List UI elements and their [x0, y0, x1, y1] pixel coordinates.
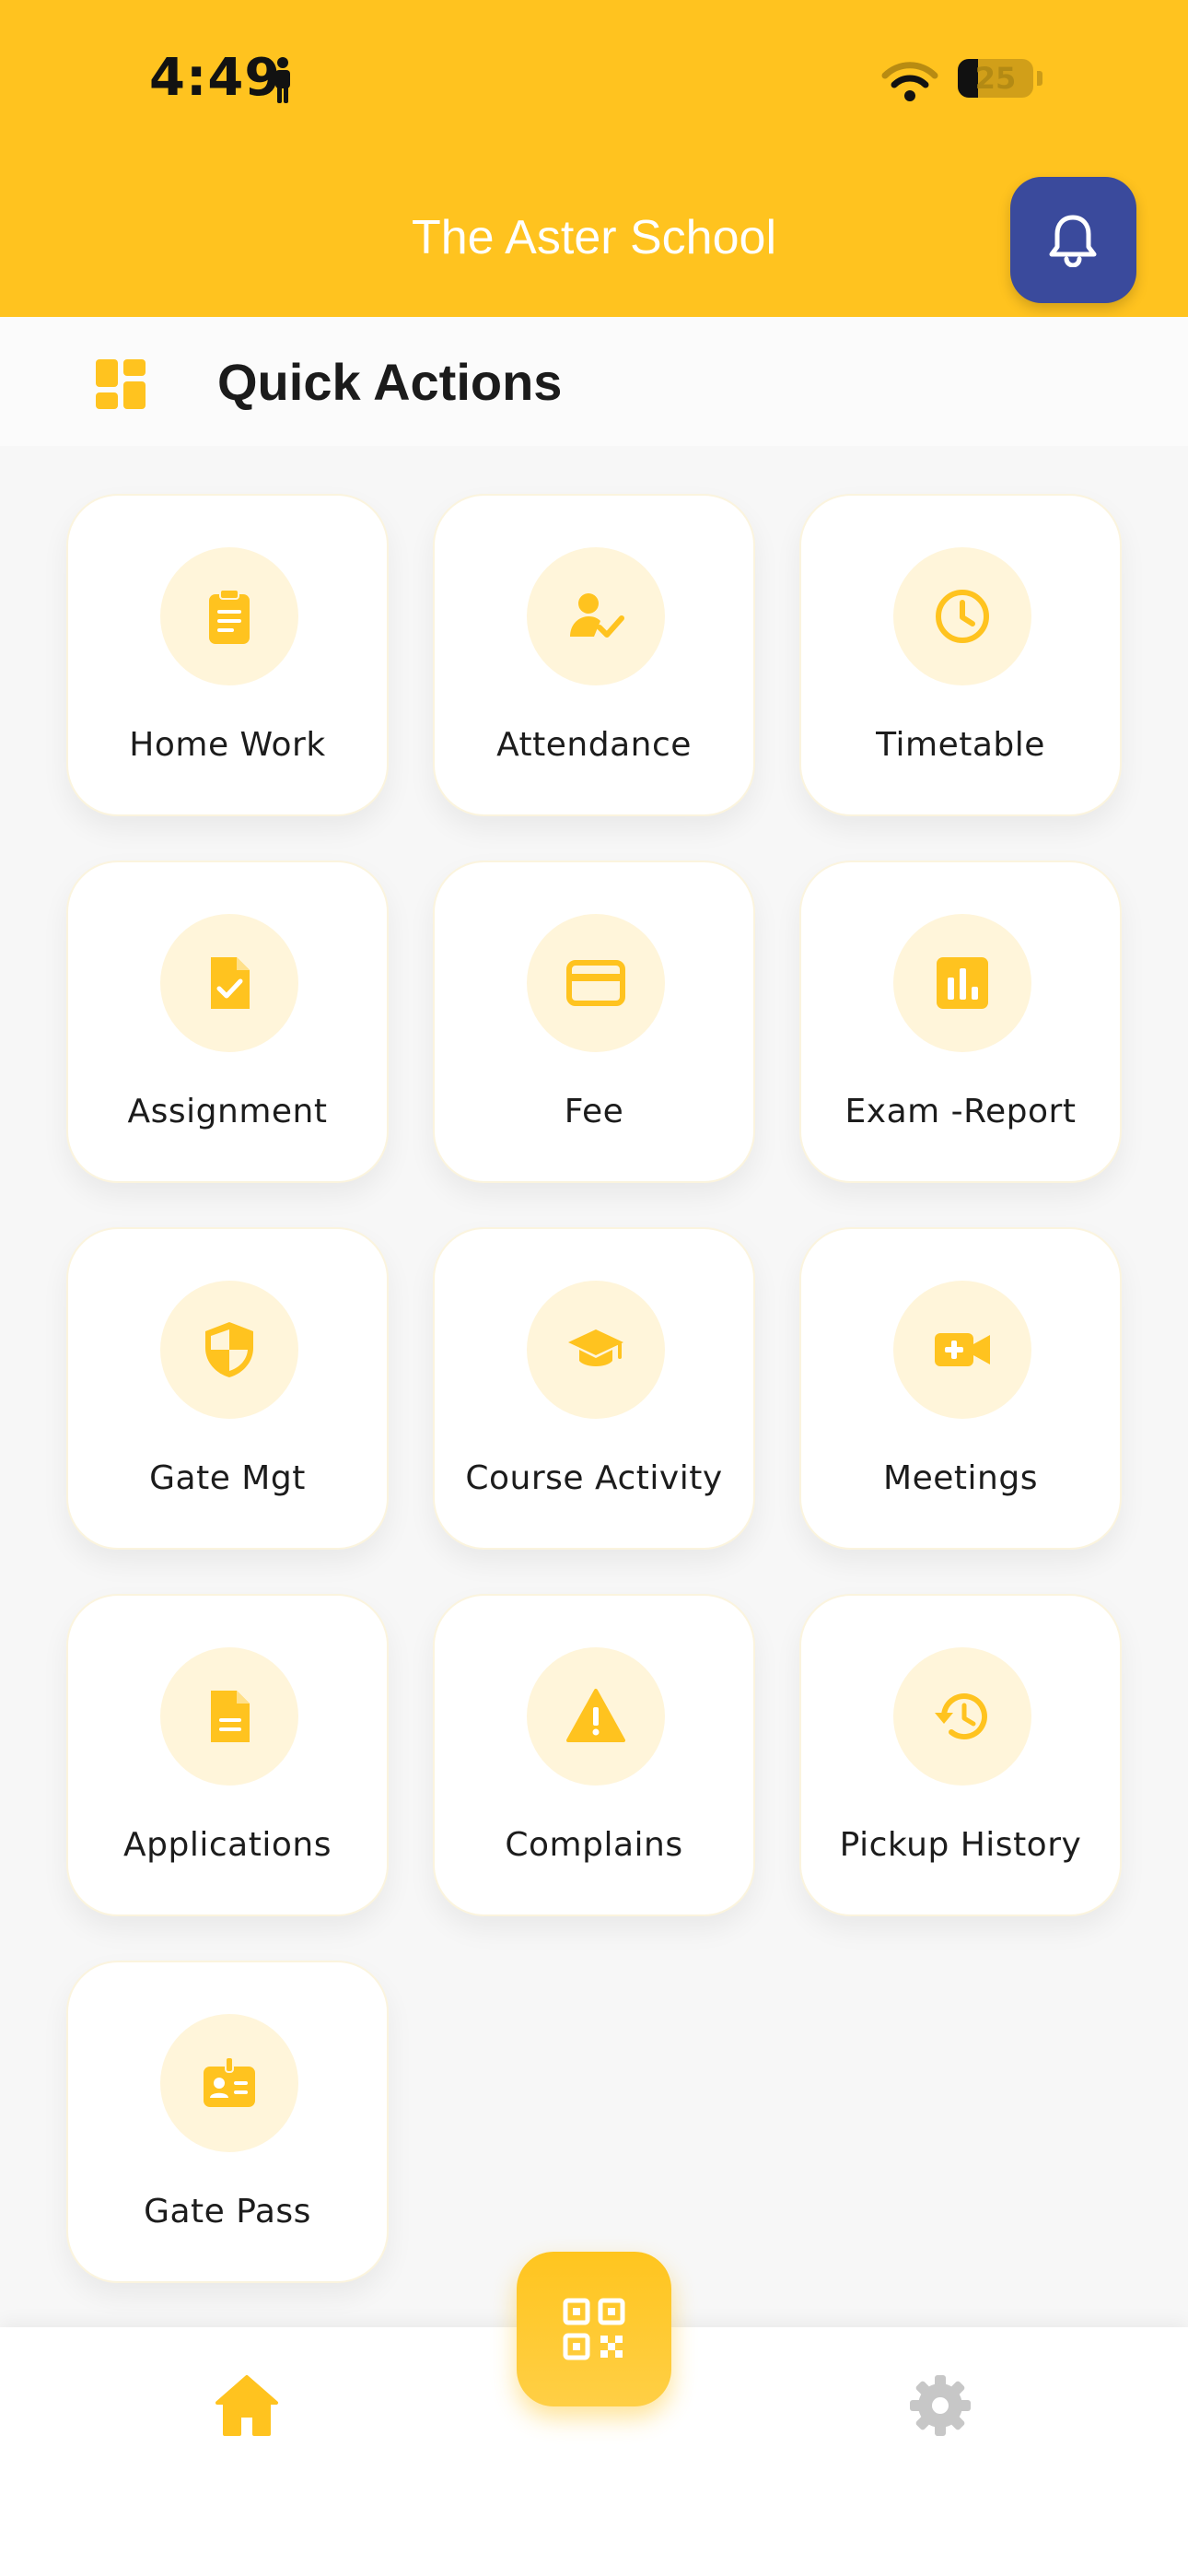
action-card-attendance[interactable]: Attendance: [433, 494, 755, 816]
icon-circle: [527, 1647, 665, 1786]
icon-circle: [160, 1281, 298, 1419]
wifi-icon: [881, 62, 938, 101]
icon-circle: [160, 1647, 298, 1786]
bell-icon: [1049, 215, 1097, 267]
battery-icon: 25: [958, 59, 1033, 98]
action-label: Complains: [505, 1826, 683, 1864]
action-card-course-activity[interactable]: Course Activity: [433, 1227, 755, 1550]
icon-circle: [527, 914, 665, 1052]
action-label: Assignment: [127, 1093, 328, 1130]
action-card-timetable[interactable]: Timetable: [799, 494, 1122, 816]
action-label: Gate Pass: [144, 2193, 311, 2231]
action-label: Home Work: [129, 726, 326, 764]
home-icon[interactable]: [214, 2373, 280, 2436]
notifications-button[interactable]: [1010, 177, 1136, 303]
shield-icon: [205, 1322, 253, 1377]
action-label: Applications: [123, 1826, 332, 1864]
action-card-fee[interactable]: Fee: [433, 861, 755, 1183]
action-label: Course Activity: [465, 1459, 723, 1497]
action-label: Pickup History: [839, 1826, 1082, 1864]
document-icon: [211, 1691, 250, 1742]
credit-card-icon: [566, 960, 625, 1006]
icon-circle: [160, 914, 298, 1052]
action-card-meetings[interactable]: Meetings: [799, 1227, 1122, 1550]
person-icon: [275, 57, 290, 103]
dashboard-grid-icon: [96, 359, 146, 409]
clock-icon: [936, 590, 989, 643]
history-icon: [935, 1693, 987, 1740]
icon-circle: [893, 1281, 1031, 1419]
action-card-gate-mgt[interactable]: Gate Mgt: [66, 1227, 389, 1550]
action-card-assignment[interactable]: Assignment: [66, 861, 389, 1183]
status-time: 4:49: [149, 48, 282, 108]
action-label: Gate Mgt: [149, 1459, 306, 1497]
action-label: Exam -Report: [844, 1093, 1077, 1130]
icon-circle: [160, 2014, 298, 2152]
action-label: Attendance: [496, 726, 692, 764]
action-card-exam-report[interactable]: Exam -Report: [799, 861, 1122, 1183]
action-card-applications[interactable]: Applications: [66, 1594, 389, 1916]
graduation-cap-icon: [568, 1329, 623, 1366]
user-check-icon: [570, 593, 624, 638]
gear-icon[interactable]: [908, 2373, 973, 2438]
battery-level: 25: [974, 61, 1017, 96]
action-card-home-work[interactable]: Home Work: [66, 494, 389, 816]
id-badge-icon: [204, 2056, 255, 2107]
icon-circle: [527, 1281, 665, 1419]
icon-circle: [160, 547, 298, 685]
battery-tip: [1037, 71, 1042, 86]
video-plus-icon: [935, 1333, 990, 1366]
section-title: Quick Actions: [217, 353, 563, 411]
bar-chart-icon: [937, 957, 988, 1009]
clipboard-icon: [209, 589, 250, 644]
icon-circle: [527, 547, 665, 685]
action-label: Fee: [564, 1093, 624, 1130]
icon-circle: [893, 914, 1031, 1052]
icon-circle: [893, 1647, 1031, 1786]
scan-qr-button[interactable]: [517, 2252, 671, 2406]
action-card-pickup-history[interactable]: Pickup History: [799, 1594, 1122, 1916]
warning-icon: [566, 1689, 625, 1742]
icon-circle: [893, 547, 1031, 685]
action-card-gate-pass[interactable]: Gate Pass: [66, 1961, 389, 2283]
action-label: Timetable: [876, 726, 1045, 764]
document-check-icon: [211, 957, 250, 1009]
quick-actions-header: [0, 317, 1188, 446]
action-label: Meetings: [883, 1459, 1038, 1497]
qr-code-icon: [563, 2298, 625, 2360]
action-card-complains[interactable]: Complains: [433, 1594, 755, 1916]
